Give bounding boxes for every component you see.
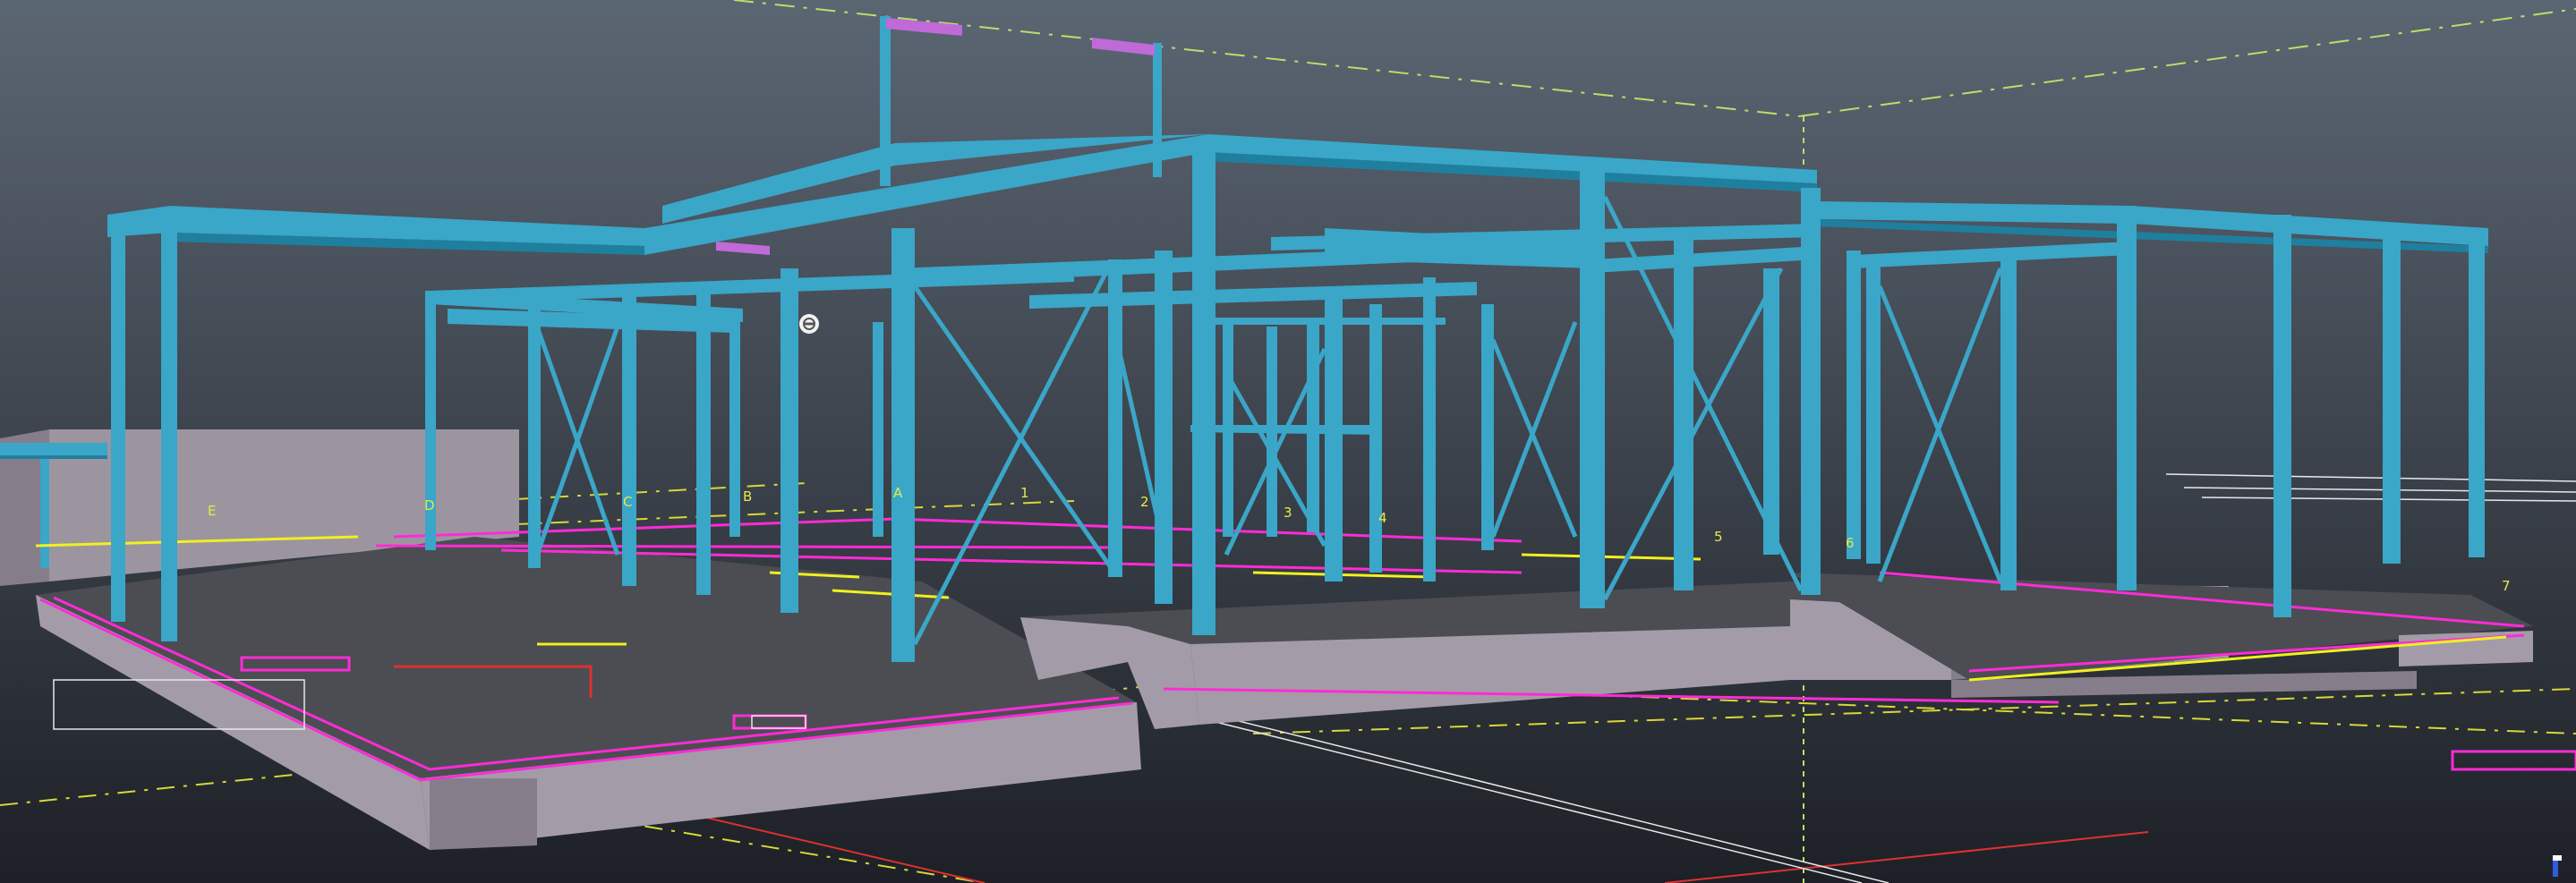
column[interactable]	[1192, 139, 1215, 635]
column[interactable]	[1108, 259, 1122, 577]
column[interactable]	[1674, 233, 1693, 590]
column[interactable]	[622, 291, 636, 586]
grid-label: C	[623, 494, 632, 510]
grid-label: D	[424, 497, 435, 514]
grid-label: 3	[1284, 505, 1292, 521]
column[interactable]	[111, 224, 125, 622]
column[interactable]	[2469, 231, 2485, 557]
grid-label: 6	[1846, 535, 1855, 551]
column[interactable]	[2273, 215, 2291, 617]
column[interactable]	[1369, 304, 1382, 573]
column[interactable]	[2000, 255, 2017, 590]
column[interactable]	[1155, 250, 1173, 604]
3d-model-viewport[interactable]: E D C B A 1 2 3 4 5 6 7	[0, 0, 2576, 883]
grid-label: E	[208, 503, 216, 519]
column[interactable]	[1325, 295, 1343, 582]
column[interactable]	[780, 268, 798, 613]
column[interactable]	[1153, 43, 1162, 177]
grid-label: 7	[2502, 578, 2511, 594]
grid-label: 2	[1140, 494, 1149, 510]
column[interactable]	[891, 228, 915, 662]
grid-label: A	[893, 485, 903, 501]
column[interactable]	[2383, 224, 2401, 564]
grid-label: B	[743, 488, 752, 505]
column[interactable]	[1763, 268, 1779, 555]
column[interactable]	[1580, 166, 1605, 608]
grid-label: 4	[1378, 510, 1387, 526]
column[interactable]	[873, 322, 883, 537]
column[interactable]	[161, 208, 177, 641]
column[interactable]	[696, 286, 711, 595]
column[interactable]	[2117, 206, 2137, 590]
column[interactable]	[1801, 188, 1821, 595]
column[interactable]	[729, 318, 740, 537]
column[interactable]	[1866, 255, 1881, 564]
column[interactable]	[1847, 250, 1861, 559]
grid-label: 1	[1020, 485, 1029, 501]
structural-model-scene[interactable]: E D C B A 1 2 3 4 5 6 7	[0, 0, 2576, 883]
grid-label: 5	[1714, 529, 1723, 545]
orbit-target-icon[interactable]	[799, 314, 819, 334]
column[interactable]	[880, 16, 891, 186]
